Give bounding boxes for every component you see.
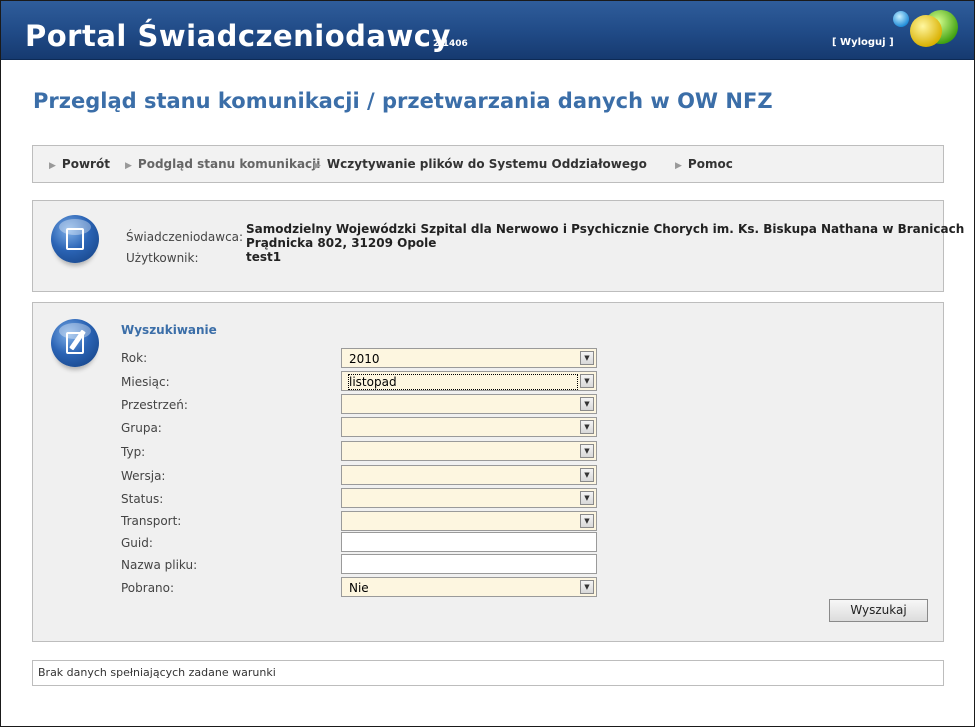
filename-label: Nazwa pliku: [121, 558, 198, 572]
version-label: Wersja: [121, 469, 166, 483]
header-bar: Portal Świadczeniodawcy 2.1406 [ Wyloguj… [1, 1, 974, 60]
logout-link[interactable]: [ Wyloguj ] [832, 37, 894, 48]
guid-input[interactable] [341, 532, 597, 552]
edit-document-icon [51, 319, 99, 367]
chevron-down-icon: ▼ [580, 397, 594, 411]
downloaded-select-value: Nie [349, 581, 369, 595]
page-title: Przegląd stanu komunikacji / przetwarzan… [33, 89, 773, 113]
nav-file-upload-label: Wczytywanie plików do Systemu Oddziałowe… [326, 157, 647, 171]
user-label: Użytkownik: [126, 251, 199, 265]
month-select-value: listopad [348, 374, 578, 390]
arrow-right-icon: ▶ [314, 161, 321, 171]
space-label: Przestrzeń: [121, 398, 188, 412]
app-window: Portal Świadczeniodawcy 2.1406 [ Wyloguj… [0, 0, 975, 727]
provider-label: Świadczeniodawca: [126, 230, 244, 244]
transport-label: Transport: [121, 514, 182, 528]
chevron-down-icon: ▼ [580, 374, 594, 388]
logo-balls-icon [893, 10, 958, 47]
year-label: Rok: [121, 351, 148, 365]
arrow-right-icon: ▶ [125, 161, 132, 171]
downloaded-label: Pobrano: [121, 581, 175, 595]
search-button[interactable]: Wyszukaj [829, 599, 928, 622]
results-message-box: Brak danych spełniających zadane warunki [32, 660, 944, 686]
no-results-message: Brak danych spełniających zadane warunki [38, 666, 276, 679]
guid-label: Guid: [121, 536, 153, 550]
downloaded-select[interactable]: Nie ▼ [341, 577, 597, 597]
filename-input[interactable] [341, 554, 597, 574]
arrow-right-icon: ▶ [49, 161, 56, 171]
year-select-value: 2010 [349, 352, 380, 366]
type-select[interactable]: ▼ [341, 441, 597, 461]
arrow-right-icon: ▶ [675, 161, 682, 171]
year-select[interactable]: 2010 ▼ [341, 348, 597, 368]
nav-status-preview[interactable]: ▶ Podgląd stanu komunikacji [125, 157, 320, 171]
app-version: 2.1406 [433, 39, 468, 49]
nav-file-upload[interactable]: ▶ Wczytywanie plików do Systemu Oddziałow… [314, 157, 647, 171]
search-panel: Wyszukiwanie Rok: 2010 ▼ Miesiąc: listopa… [32, 302, 944, 642]
chevron-down-icon: ▼ [580, 468, 594, 482]
chevron-down-icon: ▼ [580, 514, 594, 528]
status-label: Status: [121, 492, 164, 506]
status-select[interactable]: ▼ [341, 488, 597, 508]
chevron-down-icon: ▼ [580, 420, 594, 434]
space-select[interactable]: ▼ [341, 394, 597, 414]
provider-info-panel: Świadczeniodawca: Samodzielny Wojewódzki… [32, 200, 964, 292]
app-title: Portal Świadczeniodawcy [25, 19, 451, 53]
transport-select[interactable]: ▼ [341, 511, 597, 531]
document-check-icon [51, 215, 99, 263]
breadcrumb-nav: ▶ Powrót ▶ Podgląd stanu komunikacji ▶ Wczy… [32, 145, 944, 183]
search-section-title: Wyszukiwanie [121, 323, 217, 337]
chevron-down-icon: ▼ [580, 444, 594, 458]
month-select[interactable]: listopad ▼ [341, 371, 597, 391]
nav-back[interactable]: ▶ Powrót [49, 157, 110, 171]
user-value: test1 [246, 250, 282, 264]
provider-address: Prądnicka 802, 31209 Opole [246, 236, 437, 250]
type-label: Typ: [121, 445, 146, 459]
group-label: Grupa: [121, 421, 162, 435]
nav-help-label: Pomoc [687, 157, 733, 171]
nav-help[interactable]: ▶ Pomoc [675, 157, 733, 171]
provider-name: Samodzielny Wojewódzki Szpital dla Nerwo… [246, 222, 965, 236]
chevron-down-icon: ▼ [580, 491, 594, 505]
chevron-down-icon: ▼ [580, 351, 594, 365]
month-label: Miesiąc: [121, 375, 170, 389]
nav-status-preview-label: Podgląd stanu komunikacji [137, 157, 321, 171]
nav-back-label: Powrót [61, 157, 110, 171]
chevron-down-icon: ▼ [580, 580, 594, 594]
group-select[interactable]: ▼ [341, 417, 597, 437]
version-select[interactable]: ▼ [341, 465, 597, 485]
